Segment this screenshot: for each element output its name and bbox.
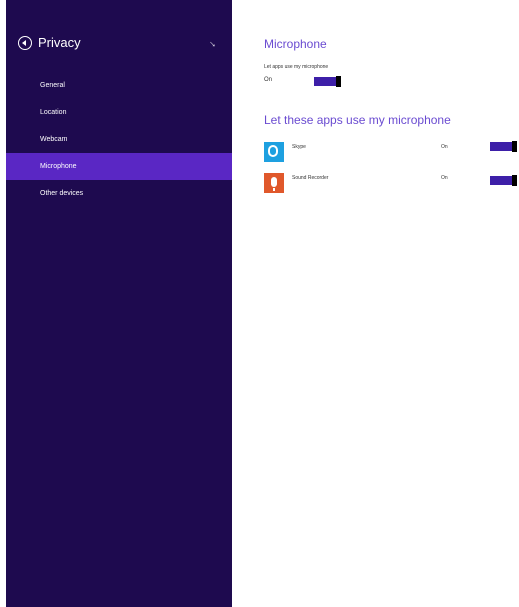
sound-recorder-microphone-toggle[interactable] [490, 175, 517, 186]
pin-icon[interactable]: → [206, 36, 221, 51]
back-arrow-icon[interactable] [18, 36, 32, 50]
skype-icon [264, 142, 284, 162]
sidebar-item-microphone[interactable]: Microphone [6, 153, 232, 180]
app-name: Sound Recorder [292, 175, 329, 181]
toggle-knob [336, 76, 341, 87]
sidebar-item-general[interactable]: General [6, 72, 232, 99]
app-name: Skype [292, 144, 306, 150]
sidebar-header: Privacy → [18, 35, 222, 54]
section-title: Let these apps use my microphone [264, 113, 451, 127]
app-row-sound-recorder: Sound Recorder On [264, 173, 519, 197]
sidebar-item-location[interactable]: Location [6, 99, 232, 126]
master-toggle-state: On [264, 77, 273, 83]
app-state: On [441, 175, 448, 181]
page-title: Microphone [264, 37, 327, 51]
toggle-knob [512, 141, 517, 152]
sidebar-nav: General Location Webcam Microphone Other… [6, 72, 232, 207]
sidebar-title: Privacy [38, 35, 81, 50]
master-toggle-label: Let apps use my microphone [264, 64, 329, 70]
sidebar-item-other-devices[interactable]: Other devices [6, 180, 232, 207]
master-microphone-toggle[interactable] [314, 76, 341, 87]
toggle-knob [512, 175, 517, 186]
skype-microphone-toggle[interactable] [490, 141, 517, 152]
main-content: Microphone Let apps use my microphone On… [264, 0, 519, 607]
microphone-icon [264, 173, 284, 193]
settings-sidebar: Privacy → General Location Webcam Microp… [6, 0, 232, 607]
app-state: On [441, 144, 448, 150]
app-row-skype: Skype On [264, 141, 519, 166]
sidebar-item-webcam[interactable]: Webcam [6, 126, 232, 153]
